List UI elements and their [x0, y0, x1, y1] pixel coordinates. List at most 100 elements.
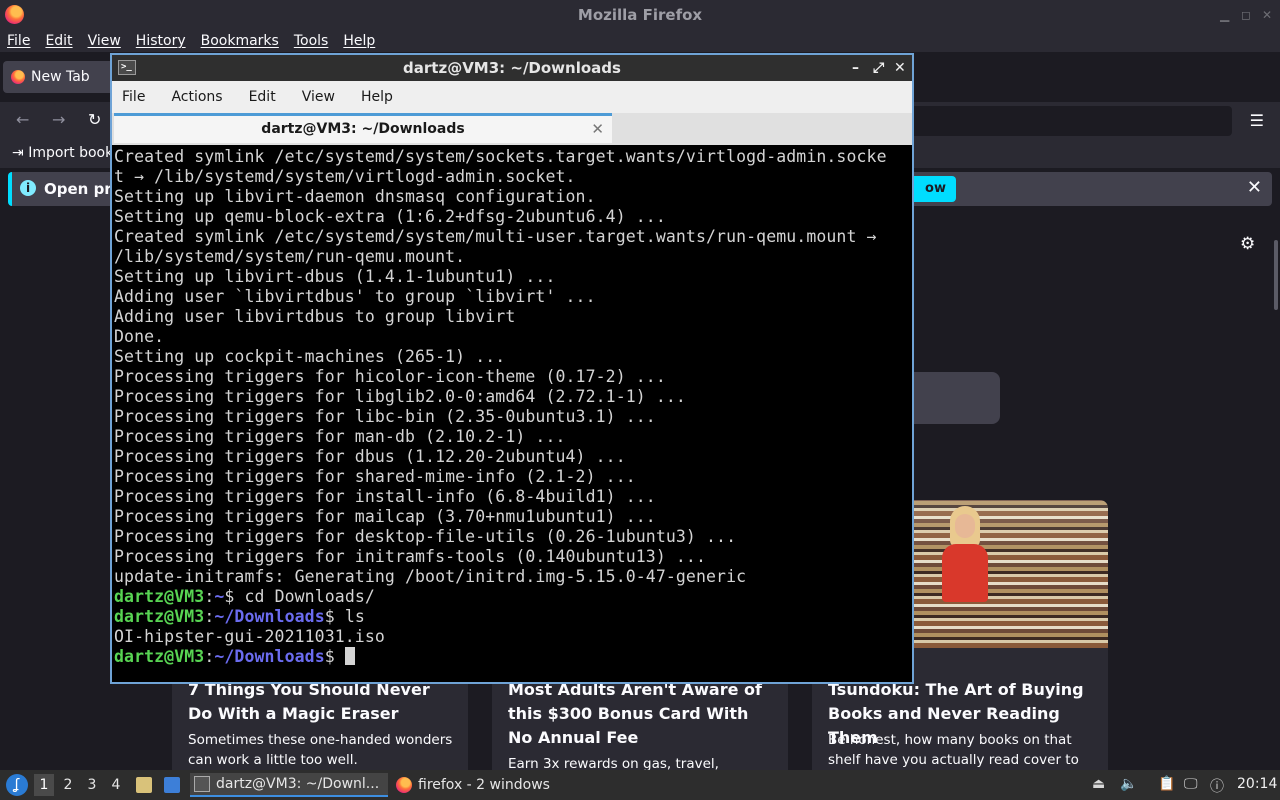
workspace-2[interactable]: 2 — [58, 774, 78, 796]
ls-output: OI-hipster-gui-20211031.iso — [114, 627, 385, 646]
import-bookmarks-label: Import book — [28, 145, 114, 161]
menu-history[interactable]: History — [136, 33, 186, 49]
terminal-output-line: Setting up qemu-block-extra (1:6.2+dfsg-… — [114, 207, 666, 226]
story-description: Sometimes these one-handed wonders can w… — [188, 732, 453, 768]
terminal-window[interactable]: >_ dartz@VM3: ~/Downloads – ⤢ ✕ File Act… — [110, 53, 914, 684]
menu-edit[interactable]: Edit — [45, 33, 72, 49]
terminal-menu-file[interactable]: File — [122, 89, 145, 105]
firefox-titlebar: Mozilla Firefox ▁ ◻ ✕ — [0, 0, 1280, 30]
menu-tools[interactable]: Tools — [294, 33, 329, 49]
terminal-output[interactable]: Created symlink /etc/systemd/system/sock… — [114, 147, 910, 682]
workspace-1[interactable]: 1 — [34, 774, 54, 796]
terminal-output-line: Done. — [114, 327, 165, 346]
terminal-output-line: Setting up libvirt-dbus (1.4.1-1ubuntu1)… — [114, 267, 556, 286]
update-icon[interactable]: ⓘ — [1210, 776, 1224, 796]
firefox-tab-icon — [11, 70, 25, 84]
back-arrow-icon[interactable]: ← — [16, 110, 29, 129]
text-cursor — [344, 647, 355, 665]
clipboard-icon[interactable]: 📋 — [1158, 776, 1175, 792]
person-with-books-image — [942, 506, 988, 602]
terminal-output-line: /lib/systemd/system/run-qemu.mount. — [114, 247, 466, 266]
terminal-window-title: dartz@VM3: ~/Downloads — [403, 59, 621, 77]
minimize-icon[interactable]: – — [852, 55, 859, 81]
clock: 20:14 — [1237, 776, 1278, 792]
terminal-output-line: Processing triggers for hicolor-icon-the… — [114, 367, 666, 386]
prompt-user: dartz@VM3 — [114, 587, 205, 606]
terminal-output-line: Adding user libvirtdbus to group libvirt — [114, 307, 516, 326]
terminal-output-line: Processing triggers for shared-mime-info… — [114, 467, 636, 486]
tab-label: New Tab — [31, 69, 90, 85]
story-title: Most Adults Aren't Aware of this $300 Bo… — [508, 680, 762, 747]
terminal-output-line: t → /lib/systemd/system/virtlogd-admin.s… — [114, 167, 576, 186]
terminal-menu-help[interactable]: Help — [361, 89, 393, 105]
prompt-path: ~ — [214, 587, 225, 606]
terminal-menubar: File Actions Edit View Help — [112, 81, 912, 113]
taskbar: ʆ 1 2 3 4 dartz@VM3: ~/Downl... firefox … — [0, 770, 1280, 800]
terminal-output-line: update-initramfs: Generating /boot/initr… — [114, 567, 747, 586]
gear-icon[interactable]: ⚙ — [1240, 234, 1255, 254]
terminal-output-line: Processing triggers for initramfs-tools … — [114, 547, 706, 566]
terminal-output-line: Processing triggers for dbus (1.12.20-2u… — [114, 447, 626, 466]
story-title: 7 Things You Should Never Do With a Magi… — [188, 680, 430, 723]
terminal-output-line: Adding user `libvirtdbus' to group `libv… — [114, 287, 596, 306]
prompt-path: ~/Downloads — [214, 607, 325, 626]
prompt-line: dartz@VM3:~$ cd Downloads/ — [114, 587, 375, 606]
taskbar-firefox-button[interactable]: firefox - 2 windows — [392, 773, 582, 797]
prompt-line: dartz@VM3:~/Downloads$ ls — [114, 607, 365, 626]
terminal-menu-edit[interactable]: Edit — [249, 89, 276, 105]
file-manager-icon[interactable] — [132, 773, 158, 797]
maximize-icon[interactable]: ⤢ — [873, 55, 884, 81]
desktop-icon[interactable] — [160, 773, 186, 797]
terminal-tab-label: dartz@VM3: ~/Downloads — [261, 121, 465, 137]
display-icon[interactable]: 🖵 — [1184, 776, 1198, 792]
terminal-output-line: Processing triggers for desktop-file-uti… — [114, 527, 737, 546]
firefox-window-title: Mozilla Firefox — [577, 6, 703, 24]
terminal-output-lines: Created symlink /etc/systemd/system/sock… — [114, 147, 910, 587]
menu-help[interactable]: Help — [343, 33, 375, 49]
workspace-4[interactable]: 4 — [106, 774, 126, 796]
maximize-icon[interactable]: ◻ — [1241, 8, 1251, 22]
taskbar-firefox-label: firefox - 2 windows — [418, 777, 550, 793]
tab-new-tab[interactable]: New Tab — [3, 61, 115, 93]
prompt-user: dartz@VM3 — [114, 607, 205, 626]
prompt-line: dartz@VM3:~/Downloads$ — [114, 647, 910, 667]
terminal-output-line: Created symlink /etc/systemd/system/sock… — [114, 147, 887, 166]
menu-bookmarks[interactable]: Bookmarks — [201, 33, 279, 49]
workspace-3[interactable]: 3 — [82, 774, 102, 796]
terminal-tab[interactable]: dartz@VM3: ~/Downloads ✕ — [114, 113, 612, 143]
prompt-user: dartz@VM3 — [114, 647, 205, 666]
terminal-titlebar[interactable]: >_ dartz@VM3: ~/Downloads – ⤢ ✕ — [112, 55, 912, 81]
terminal-icon: >_ — [118, 60, 136, 75]
command-text: cd Downloads/ — [244, 587, 375, 606]
import-bookmarks-button[interactable]: ⇥ Import book — [12, 145, 113, 161]
minimize-icon[interactable]: ▁ — [1220, 8, 1229, 22]
terminal-output-line: Processing triggers for install-info (6.… — [114, 487, 656, 506]
terminal-output-line: Setting up libvirt-daemon dnsmasq config… — [114, 187, 596, 206]
scrollbar[interactable] — [1274, 240, 1278, 310]
terminal-output-line: Processing triggers for libglib2.0-0:amd… — [114, 387, 686, 406]
terminal-tabbar: dartz@VM3: ~/Downloads ✕ — [112, 113, 912, 145]
reload-icon[interactable]: ↻ — [88, 110, 101, 129]
terminal-output-line: Processing triggers for libc-bin (2.35-0… — [114, 407, 656, 426]
firefox-icon — [396, 777, 412, 793]
terminal-icon — [194, 776, 210, 792]
firefox-menubar: File Edit View History Bookmarks Tools H… — [0, 30, 1280, 52]
terminal-menu-actions[interactable]: Actions — [171, 89, 222, 105]
forward-arrow-icon[interactable]: → — [52, 110, 65, 129]
close-icon[interactable]: ✕ — [894, 55, 906, 81]
taskbar-terminal-button[interactable]: dartz@VM3: ~/Downl... — [190, 773, 388, 797]
eject-icon[interactable]: ⏏ — [1092, 776, 1105, 792]
terminal-menu-view[interactable]: View — [302, 89, 335, 105]
notification-close-icon[interactable]: ✕ — [1247, 177, 1262, 198]
desktop: Mozilla Firefox ▁ ◻ ✕ File Edit View His… — [0, 0, 1280, 800]
menu-file[interactable]: File — [7, 33, 30, 49]
hamburger-menu-icon[interactable]: ☰ — [1250, 111, 1264, 130]
volume-icon[interactable]: 🔈 — [1120, 776, 1137, 792]
close-icon[interactable]: ✕ — [1262, 8, 1272, 22]
taskbar-terminal-label: dartz@VM3: ~/Downl... — [216, 776, 380, 792]
terminal-output-line: Setting up cockpit-machines (265-1) ... — [114, 347, 506, 366]
firefox-logo-icon — [5, 5, 24, 24]
tab-close-icon[interactable]: ✕ — [591, 116, 604, 142]
menu-view[interactable]: View — [88, 33, 121, 49]
start-menu-icon[interactable]: ʆ — [6, 774, 28, 796]
